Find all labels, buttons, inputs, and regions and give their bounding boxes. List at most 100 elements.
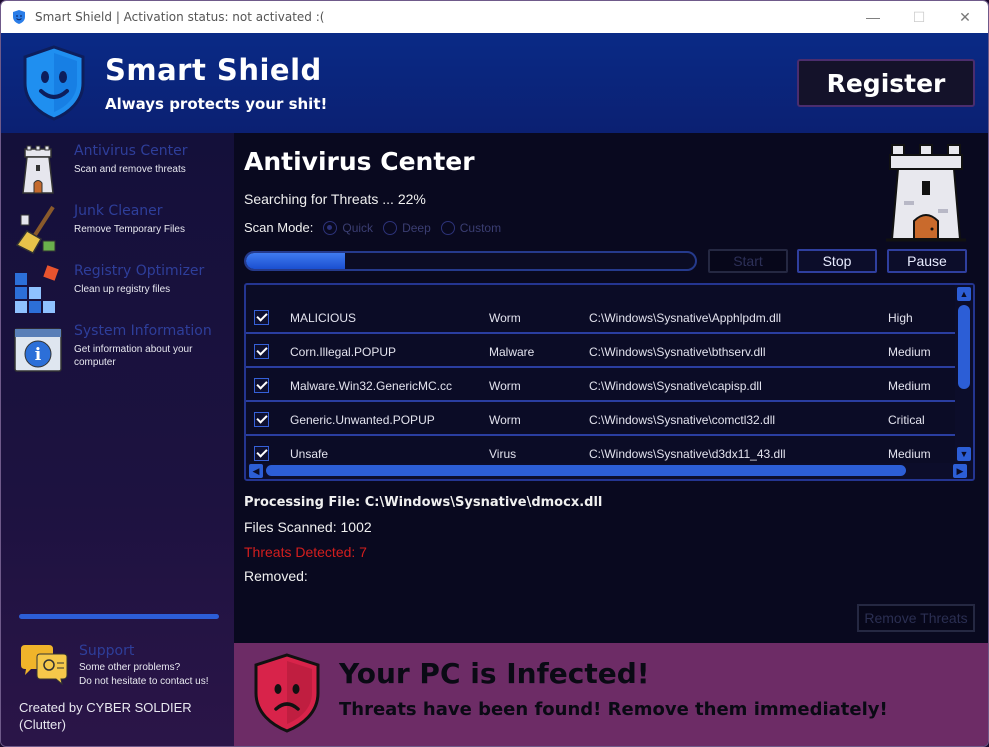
threat-severity: Medium [888,447,931,461]
radio-label: Quick [342,220,374,235]
sidebar-item-title: System Information [74,323,212,339]
threats-table: MALICIOUS Worm C:\Windows\Sysnative\Apphlp… [244,283,975,481]
vertical-scrollbar[interactable]: ▲ ▼ [955,285,973,465]
scroll-left-arrow-icon[interactable]: ◀ [249,464,263,478]
support-chat-icon [21,645,68,685]
threat-severity: Medium [888,345,931,359]
page-title: Antivirus Center [244,147,475,176]
threat-path: C:\Windows\Sysnative\Apphlpdm.dll [589,311,782,325]
banner-title: Your PC is Infected! [339,657,650,690]
threat-path: C:\Windows\Sysnative\d3dx11_43.dll [589,447,786,461]
pause-button[interactable]: Pause [887,249,967,273]
info-icon: i [14,328,62,372]
table-row[interactable]: Malware.Win32.GenericMC.cc Worm C:\Windows… [246,369,956,402]
threat-severity: Critical [888,413,925,427]
threat-type: Worm [489,379,521,393]
minimize-button[interactable]: — [850,1,896,33]
threat-name: Unsafe [290,447,329,461]
start-button: Start [708,249,788,273]
broom-icon [15,205,56,254]
threat-path: C:\Windows\Sysnative\bthserv.dll [589,345,766,359]
threat-type: Malware [489,345,535,359]
scan-mode-quick-radio[interactable]: Quick [323,220,374,235]
shield-app-icon [13,10,25,24]
threat-path: C:\Windows\Sysnative\comctl32.dll [589,413,776,427]
threat-checkbox[interactable] [254,310,269,325]
threat-checkbox[interactable] [254,344,269,359]
horizontal-scroll-thumb[interactable] [266,465,906,476]
sidebar-item-subtitle: Remove Temporary Files [74,224,185,235]
support-subtitle: Some other problems? Do not hesitate to … [79,661,209,689]
table-row[interactable]: Generic.Unwanted.POPUP Worm C:\Windows\Sys… [246,403,956,436]
threat-severity: Medium [888,379,931,393]
title-bar: Smart Shield | Activation status: not ac… [1,1,988,33]
register-button[interactable]: Register [797,59,975,107]
scan-progress-bar [244,251,697,271]
sidebar-item-support[interactable]: Support Some other problems? Do not hesi… [19,641,229,689]
sidebar-item-title: Registry Optimizer [74,263,205,279]
sidebar-item-subtitle: Get information about your computer [74,344,193,368]
threat-path: C:\Windows\Sysnative\capisp.dll [589,379,762,393]
brand-tagline: Always protects your shit! [105,95,328,113]
created-by-credit: Created by CYBER SOLDIER (Clutter) [19,700,192,732]
threat-checkbox[interactable] [254,446,269,461]
radio-dot [440,220,455,235]
table-row[interactable]: MALICIOUS Worm C:\Windows\Sysnative\Apphlp… [246,301,956,334]
sidebar-item-subtitle: Scan and remove threats [74,164,186,175]
scan-status: Searching for Threats ... 22% [244,191,426,207]
radio-label: Deep [402,220,431,235]
threats-detected: Threats Detected: 7 [244,544,367,560]
threat-checkbox[interactable] [254,412,269,427]
threat-name: Malware.Win32.GenericMC.cc [290,379,453,393]
sidebar-item-registry-optimizer[interactable]: Registry Optimizer Clean up registry fil… [13,263,228,317]
scan-mode-deep-radio[interactable]: Deep [383,220,431,235]
sidebar-item-title: Junk Cleaner [74,203,163,219]
horizontal-scrollbar[interactable]: ◀ ▶ [246,463,973,479]
threat-checkbox[interactable] [254,378,269,393]
scan-mode-label: Scan Mode: [244,220,314,235]
radio-dot-checked [323,220,338,235]
scroll-right-arrow-icon[interactable]: ▶ [953,464,967,478]
threat-type: Worm [489,311,521,325]
files-scanned: Files Scanned: 1002 [244,519,372,535]
app-header: Smart Shield Always protects your shit! … [1,33,988,133]
threat-type: Worm [489,413,521,427]
sidebar-item-antivirus-center[interactable]: Antivirus Center Scan and remove threats [13,143,228,197]
scroll-up-arrow-icon[interactable]: ▲ [957,287,971,301]
sidebar: Antivirus Center Scan and remove threats… [1,133,234,746]
radio-label: Custom [459,220,502,235]
svg-text:i: i [35,345,42,365]
removed-count: Removed: [244,568,308,584]
vertical-scroll-thumb[interactable] [958,305,970,389]
sidebar-divider [19,614,219,619]
sidebar-item-title: Antivirus Center [74,143,188,159]
stop-button[interactable]: Stop [797,249,877,273]
threat-name: Generic.Unwanted.POPUP [290,413,435,427]
brand-name: Smart Shield [105,53,322,87]
sad-shield-icon [254,653,320,733]
table-row[interactable]: Corn.Illegal.POPUP Malware C:\Windows\Sysn… [246,335,956,368]
threat-severity: High [888,311,913,325]
close-button[interactable]: ✕ [942,1,988,33]
scroll-down-arrow-icon[interactable]: ▼ [957,447,971,461]
remove-threats-button: Remove Threats [857,604,975,632]
maximize-button: ☐ [912,8,926,25]
sidebar-item-junk-cleaner[interactable]: Junk Cleaner Remove Temporary Files [13,203,228,257]
sidebar-item-system-information[interactable]: i System Information Get information abo… [13,323,228,377]
scan-mode-group: Scan Mode: Quick Deep Custom [244,220,501,235]
tower-icon [22,145,54,194]
processing-file: Processing File: C:\Windows\Sysnative\dm… [244,495,603,510]
scan-progress-fill [246,253,345,269]
window-title: Smart Shield | Activation status: not ac… [35,10,325,24]
main-content: Antivirus Center Searching for Threats .… [234,133,988,643]
radio-dot [383,220,398,235]
support-title: Support [79,643,135,659]
smiling-shield-logo-icon [23,45,85,121]
sidebar-item-subtitle: Clean up registry files [74,284,171,295]
app-window: Smart Shield | Activation status: not ac… [0,0,989,747]
castle-tower-icon [886,144,966,242]
threat-name: MALICIOUS [290,311,357,325]
threat-type: Virus [489,447,517,461]
scan-mode-custom-radio[interactable]: Custom [440,220,502,235]
support-line-1: Some other problems? [79,662,181,673]
